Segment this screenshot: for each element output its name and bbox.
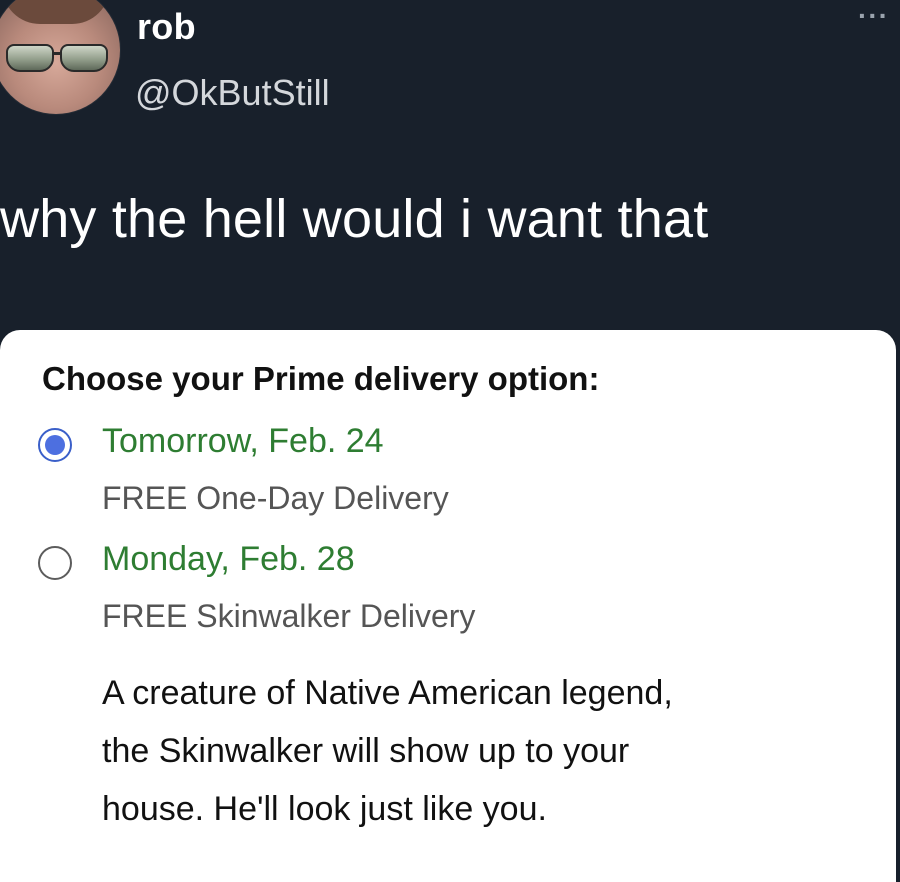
radio-button-unselected[interactable] [38,546,72,580]
right-lens [60,44,108,72]
more-options-icon[interactable]: ··· [858,0,889,32]
description-line: house. He'll look just like you. [102,790,547,828]
display-name[interactable]: rob [137,6,196,48]
avatar-hair [2,0,110,24]
delivery-options-card: Choose your Prime delivery option: Tomor… [0,330,896,882]
delivery-option-date[interactable]: Monday, Feb. 28 [102,540,355,579]
delivery-option-description: FREE One-Day Delivery [102,480,449,516]
avatar[interactable] [0,0,120,114]
delivery-card-title: Choose your Prime delivery option: [42,360,600,397]
avatar-sunglasses [2,44,110,72]
delivery-option-description: FREE Skinwalker Delivery [102,598,476,634]
radio-button-selected[interactable] [38,428,72,462]
delivery-option-date[interactable]: Tomorrow, Feb. 24 [102,422,384,461]
description-line: the Skinwalker will show up to your [102,732,630,770]
skinwalker-description: A creature of Native American legend, th… [102,664,862,838]
glasses-bridge [52,52,60,55]
tweet-text: why the hell would i want that [0,189,709,249]
radio-dot [45,435,65,455]
left-lens [6,44,54,72]
user-handle[interactable]: @OkButStill [135,72,330,114]
tweet: rob @OkButStill ··· why the hell would i… [0,0,900,882]
description-line: A creature of Native American legend, [102,674,673,712]
